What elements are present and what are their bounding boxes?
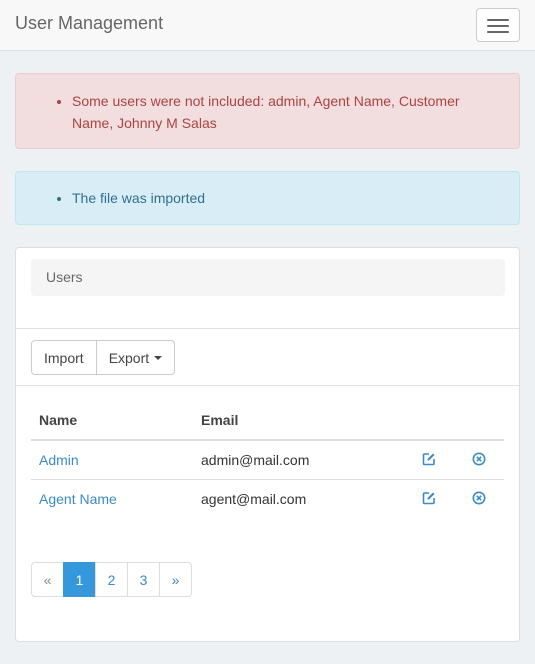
export-dropdown-button[interactable]: Export [96,340,176,375]
menu-toggle-button[interactable] [476,8,520,42]
edit-icon[interactable] [422,452,436,469]
divider [16,385,519,386]
table-row: Admin admin@mail.com [31,439,504,479]
edit-icon[interactable] [422,491,436,508]
pagination: « 1 2 3 » [31,562,192,597]
export-label: Export [108,349,150,366]
users-panel: Users Import Export Name Email Admin adm… [15,247,520,642]
panel-heading: Users [31,259,505,296]
user-name-link[interactable]: Agent Name [39,491,117,507]
pagination-page-1[interactable]: 1 [63,562,96,597]
navbar: User Management [0,0,535,51]
delete-icon[interactable] [472,452,486,469]
user-email: agent@mail.com [193,478,404,518]
users-table: Name Email Admin admin@mail.com Agent Na… [31,400,504,518]
delete-icon[interactable] [472,491,486,508]
column-header-email[interactable]: Email [193,400,404,441]
pagination-prev[interactable]: « [31,562,64,597]
caret-down-icon [154,355,163,360]
app-title[interactable]: User Management [15,13,163,34]
error-message: Some users were not included: admin, Age… [72,90,499,134]
import-button[interactable]: Import [31,340,97,375]
pagination-next[interactable]: » [159,562,192,597]
user-email: admin@mail.com [193,439,404,479]
info-alert: The file was imported [15,171,520,225]
import-export-group: Import Export [31,340,176,375]
hamburger-icon [487,19,509,21]
error-alert: Some users were not included: admin, Age… [15,73,520,149]
table-row: Agent Name agent@mail.com [31,478,504,518]
column-header-name[interactable]: Name [31,400,193,441]
pagination-page-2[interactable]: 2 [95,562,128,597]
divider [16,328,519,329]
pagination-page-3[interactable]: 3 [127,562,160,597]
info-message: The file was imported [72,187,519,209]
user-name-link[interactable]: Admin [39,452,79,468]
